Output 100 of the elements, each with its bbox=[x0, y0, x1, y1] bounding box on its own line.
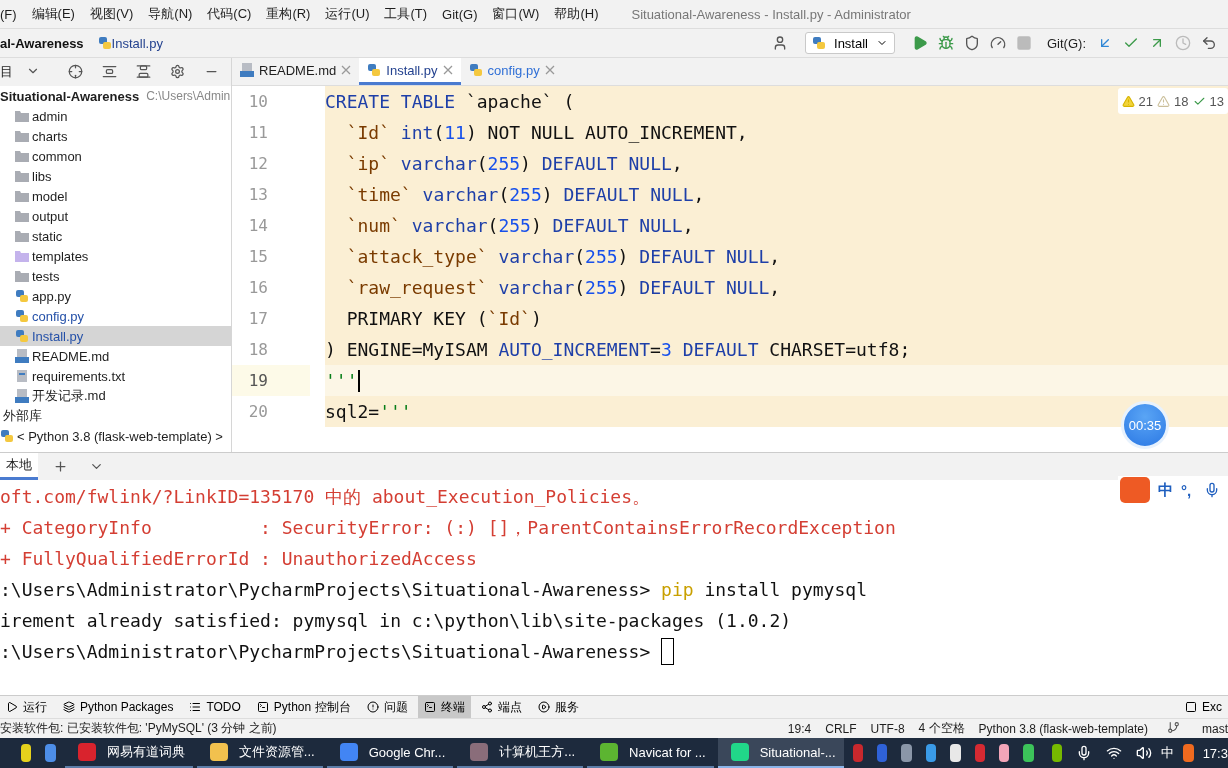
tree-item[interactable]: admin bbox=[0, 106, 231, 126]
tree-item[interactable]: Situational-Awareness C:\Users\Admin bbox=[0, 86, 231, 106]
git-branch[interactable]: mast bbox=[1202, 721, 1228, 736]
tree-item[interactable]: config.py bbox=[0, 306, 231, 326]
markdown-file-icon bbox=[240, 63, 254, 77]
tool-window-icon bbox=[63, 701, 75, 713]
menu-item[interactable]: 工具(T) bbox=[384, 5, 428, 23]
tool-window-icon bbox=[366, 701, 379, 713]
tool-window-icon bbox=[480, 701, 493, 713]
tool-window-icon bbox=[256, 701, 269, 713]
logo-icon bbox=[1120, 477, 1150, 503]
editor-tab[interactable]: README.md bbox=[232, 58, 360, 85]
tree-item[interactable]: model bbox=[0, 186, 231, 206]
status-item[interactable]: Python 3.8 (flask-web-template) bbox=[978, 721, 1148, 736]
tree-item-label: static bbox=[32, 228, 63, 244]
terminal-line: + FullyQualifiedErrorId : UnauthorizedAccess bbox=[0, 547, 477, 571]
tree-item[interactable]: tests bbox=[0, 266, 231, 286]
status-item[interactable]: 4 个空格 bbox=[918, 720, 965, 737]
close-icon[interactable] bbox=[544, 65, 555, 75]
run-icon[interactable] bbox=[912, 35, 928, 51]
tree-item[interactable]: < Python 3.8 (flask-web-template) > bbox=[0, 426, 231, 446]
tree-item[interactable]: libs bbox=[0, 166, 231, 186]
tree-item[interactable]: static bbox=[0, 226, 231, 246]
status-item[interactable]: CRLF bbox=[825, 721, 857, 736]
tool-window-button[interactable]: 端点 bbox=[474, 696, 528, 718]
menu-item[interactable]: 重构(R) bbox=[266, 5, 311, 23]
status-item[interactable]: UTF-8 bbox=[870, 721, 905, 736]
tool-window-button[interactable]: Python 控制台 bbox=[250, 696, 357, 718]
menu-item[interactable]: 视图(V) bbox=[89, 5, 134, 23]
taskbar-app[interactable]: 网易有道词典 bbox=[64, 738, 193, 768]
breadcrumb-item[interactable]: Install.py bbox=[111, 35, 163, 51]
ime-mode[interactable]: 中 bbox=[1158, 480, 1173, 500]
text-file-icon bbox=[15, 369, 29, 383]
tool-window-button[interactable]: 问题 bbox=[360, 696, 414, 718]
menu-item[interactable]: 运行(U) bbox=[325, 5, 370, 23]
tool-window-button[interactable]: 服务 bbox=[531, 696, 585, 718]
menu-item[interactable]: Git(G) bbox=[442, 6, 478, 22]
terminal-line: irement already satisfied: pymysql in c:\python\lib\site-packages (1.0.2) bbox=[0, 609, 792, 633]
breadcrumb-item[interactable]: al-Awareness bbox=[0, 35, 84, 51]
menu-item[interactable]: 编辑(E) bbox=[31, 5, 75, 23]
tree-item[interactable]: output bbox=[0, 206, 231, 226]
expand-icon[interactable] bbox=[102, 64, 118, 80]
tool-window-button[interactable]: 终端 bbox=[417, 696, 471, 718]
undo-icon[interactable] bbox=[1201, 35, 1217, 51]
inspection-widget[interactable]: 21 18 13 bbox=[1117, 88, 1228, 114]
app-icon[interactable] bbox=[1051, 744, 1063, 762]
collapse-icon[interactable] bbox=[136, 64, 152, 80]
tree-item-label: 外部库 bbox=[3, 407, 42, 425]
close-icon[interactable] bbox=[341, 65, 352, 75]
tree-item[interactable]: app.py bbox=[0, 286, 231, 306]
app-icon[interactable] bbox=[21, 744, 32, 762]
settings-icon[interactable] bbox=[170, 64, 186, 80]
menu-item[interactable]: 代码(C) bbox=[207, 5, 252, 23]
tool-window-button[interactable]: TODO bbox=[183, 696, 247, 718]
gauge-icon[interactable] bbox=[990, 35, 1006, 51]
folder-icon bbox=[15, 250, 29, 262]
tree-item[interactable]: 开发记录.md bbox=[0, 386, 231, 406]
tool-window-button[interactable]: 运行 bbox=[0, 696, 53, 718]
shield-icon[interactable] bbox=[964, 35, 980, 51]
menu-item[interactable]: 帮助(H) bbox=[554, 5, 599, 23]
tree-item[interactable]: common bbox=[0, 146, 231, 166]
taskbar-app[interactable]: Navicat for ... bbox=[587, 738, 714, 768]
plus-icon[interactable] bbox=[53, 458, 69, 475]
wifi-icon[interactable] bbox=[1106, 745, 1123, 761]
run-configuration-dropdown[interactable]: Install bbox=[805, 32, 895, 54]
taskbar-app[interactable]: 计算机王方... bbox=[457, 738, 584, 768]
tool-window-button[interactable]: Exc bbox=[1179, 696, 1228, 718]
tree-item[interactable]: Install.py bbox=[0, 326, 231, 346]
app-icon[interactable] bbox=[950, 744, 961, 762]
close-icon[interactable] bbox=[442, 65, 453, 75]
menu-item[interactable]: (F) bbox=[0, 6, 17, 22]
crosshair-icon[interactable] bbox=[68, 64, 84, 80]
app-icon[interactable] bbox=[925, 744, 937, 762]
tree-item[interactable]: templates bbox=[0, 246, 231, 266]
taskbar-app[interactable]: 文件资源管... bbox=[196, 738, 323, 768]
editor-tab[interactable]: config.py bbox=[460, 58, 563, 85]
tree-item[interactable]: requirements.txt bbox=[0, 366, 231, 386]
tree-item-label: README.md bbox=[32, 348, 110, 364]
input-language[interactable]: 中 bbox=[1161, 744, 1175, 762]
editor-tab[interactable]: Install.py bbox=[359, 58, 461, 85]
status-item[interactable]: 19:4 bbox=[787, 721, 812, 736]
taskbar-app[interactable]: Google Chr... bbox=[326, 738, 454, 768]
menu-item[interactable]: 导航(N) bbox=[148, 5, 193, 23]
tree-item[interactable]: charts bbox=[0, 126, 231, 146]
ime-punctuation[interactable]: °, bbox=[1181, 481, 1192, 499]
tree-item[interactable]: README.md bbox=[0, 346, 231, 366]
tool-window-button[interactable]: Python Packages bbox=[57, 696, 180, 718]
app-icon[interactable] bbox=[999, 744, 1010, 762]
tree-item-label: Install.py bbox=[32, 328, 84, 344]
python-file-icon bbox=[812, 36, 827, 50]
menu-item[interactable]: 窗口(W) bbox=[492, 5, 540, 23]
window-title: Situational-Awareness - Install.py - Administrator bbox=[631, 6, 911, 22]
tree-item-label: app.py bbox=[32, 288, 72, 304]
terminal-tab[interactable]: 本地 bbox=[0, 453, 38, 480]
clock[interactable]: 17:3 bbox=[1202, 745, 1228, 761]
bug-icon[interactable] bbox=[938, 35, 954, 51]
volume-icon[interactable] bbox=[1136, 745, 1153, 761]
tree-item[interactable]: 外部库 bbox=[0, 406, 231, 426]
taskbar-app[interactable]: Situational-... bbox=[717, 738, 844, 768]
line-number: 12 bbox=[248, 154, 268, 173]
